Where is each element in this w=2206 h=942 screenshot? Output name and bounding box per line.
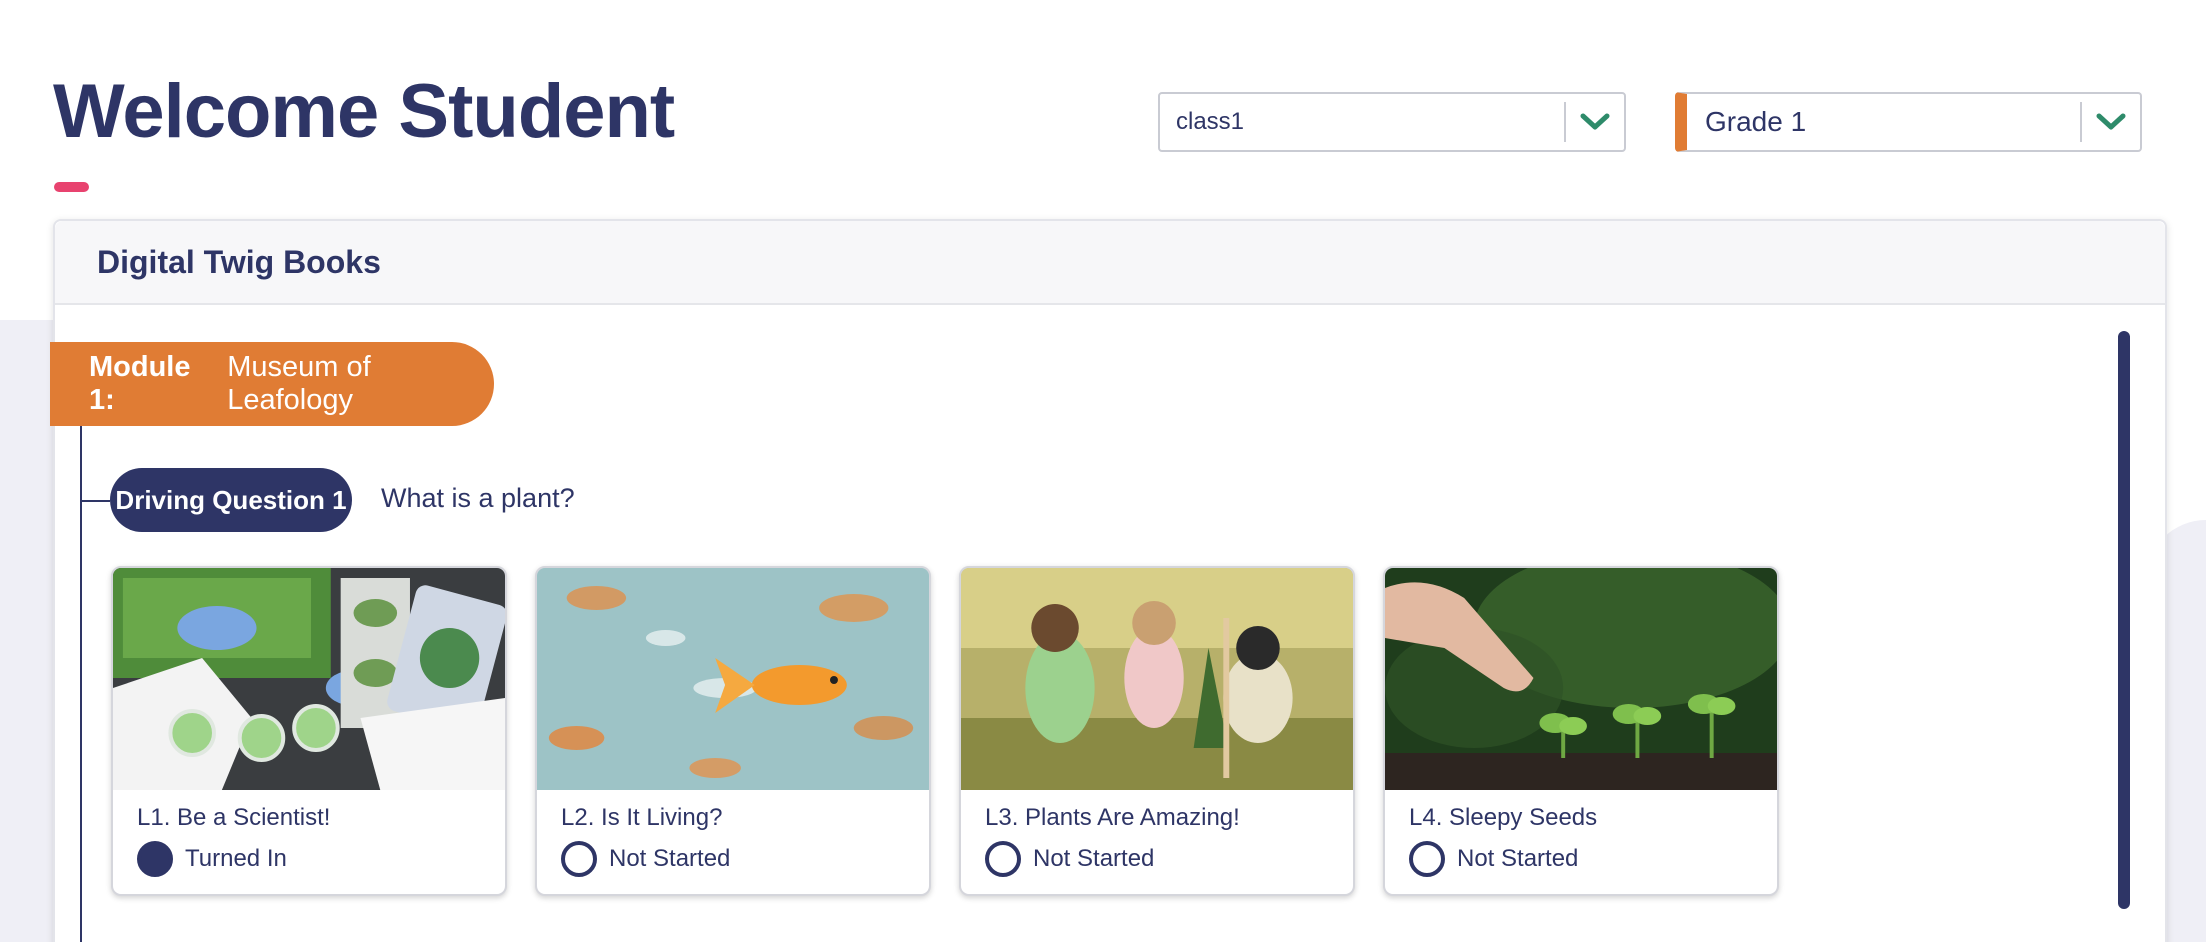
filled-circle-icon — [137, 841, 173, 877]
lesson-status-text: Turned In — [185, 845, 287, 872]
scientist-lab-photo — [113, 568, 505, 790]
class-select-value: class1 — [1176, 108, 1245, 135]
lesson-status: Not Started — [561, 841, 730, 877]
grade-select[interactable]: Grade 1 — [1675, 92, 2142, 152]
title-accent-bar — [54, 182, 89, 192]
module-name: Museum of Leafology — [227, 351, 371, 416]
lesson-status-text: Not Started — [609, 845, 731, 872]
lesson-card-l3[interactable]: L3. Plants Are Amazing! Not Started — [959, 566, 1355, 896]
tree-connector-horizontal — [80, 500, 110, 502]
class-select[interactable]: class1 — [1158, 92, 1626, 152]
tree-connector-vertical — [80, 426, 82, 942]
lesson-status: Not Started — [985, 841, 1154, 877]
lesson-status: Not Started — [1409, 841, 1578, 877]
lesson-card-l2[interactable]: L2. Is It Living? Not Started — [535, 566, 931, 896]
module-label: Module 1: — [89, 351, 191, 416]
chevron-down-icon[interactable] — [2082, 94, 2140, 150]
empty-circle-icon — [561, 841, 597, 877]
lesson-title: L1. Be a Scientist! — [137, 804, 331, 831]
lesson-status: Turned In — [137, 841, 287, 877]
lesson-title: L3. Plants Are Amazing! — [985, 804, 1240, 831]
lesson-title: L2. Is It Living? — [561, 804, 723, 831]
driving-question-badge: Driving Question 1 — [110, 468, 352, 532]
lesson-card-l4[interactable]: L4. Sleepy Seeds Not Started — [1383, 566, 1779, 896]
module-header[interactable]: Module 1: Museum of Leafology — [50, 342, 494, 426]
panel-header: Digital Twig Books — [55, 221, 2165, 305]
grade-select-value: Grade 1 — [1705, 106, 1807, 137]
lesson-card-l1[interactable]: L1. Be a Scientist! Turned In — [111, 566, 507, 896]
panel-title: Digital Twig Books — [97, 243, 381, 280]
seedlings-photo — [1385, 568, 1777, 790]
goldfish-photo — [537, 568, 929, 790]
lesson-title: L4. Sleepy Seeds — [1409, 804, 1598, 831]
empty-circle-icon — [985, 841, 1021, 877]
page-title: Welcome Student — [53, 69, 675, 154]
empty-circle-icon — [1409, 841, 1445, 877]
driving-question-text: What is a plant? — [381, 483, 575, 513]
lesson-status-text: Not Started — [1033, 845, 1155, 872]
lesson-status-text: Not Started — [1457, 845, 1579, 872]
children-planting-photo — [961, 568, 1353, 790]
chevron-down-icon[interactable] — [1566, 94, 1624, 150]
scrollbar[interactable] — [2118, 331, 2130, 909]
